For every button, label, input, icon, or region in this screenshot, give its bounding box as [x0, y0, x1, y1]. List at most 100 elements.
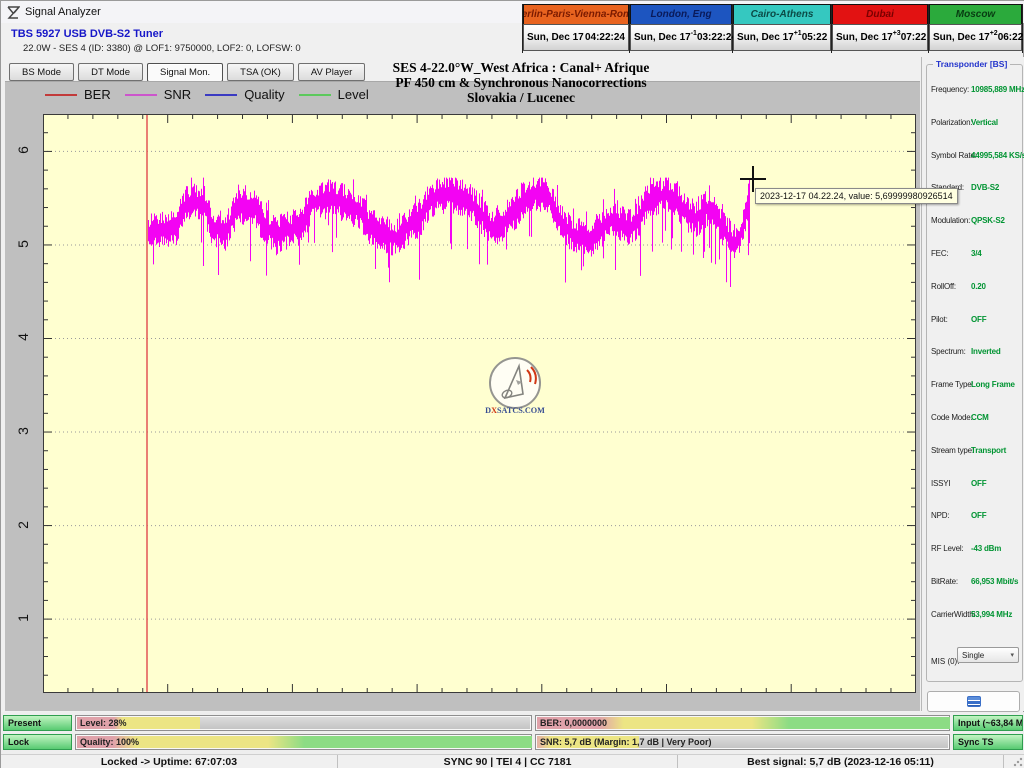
transponder-row-modulation-: Modulation:QPSK-S2 — [927, 216, 1022, 228]
clock-time: 03:22:24 — [697, 32, 737, 43]
mis-row: MIS (0): Single ▾ — [931, 651, 1021, 669]
transponder-value: -43 dBm — [971, 544, 1001, 553]
resize-grip[interactable] — [1013, 757, 1023, 767]
clock-0: Berlin-Paris-Vienna-Roma Sun, Dec 1704:22… — [522, 4, 630, 53]
clock-time: 06:22 — [998, 32, 1024, 43]
clock-city-label: Cairo-Athens — [733, 4, 831, 24]
y-tick-label-3: 3 — [15, 421, 31, 441]
legend-label: Quality — [244, 87, 284, 102]
tuner-info-block: TBS 5927 USB DVB-S2 Tuner 22.0W - SES 4 … — [11, 28, 301, 54]
snapshot-button[interactable] — [927, 691, 1020, 712]
tab-signal-mon-[interactable]: Signal Mon. — [147, 63, 223, 82]
sync-ts-indicator: Sync TS — [953, 734, 1023, 750]
clock-city-label: London, Eng — [630, 4, 732, 24]
window-title: Signal Analyzer — [25, 6, 101, 18]
y-tick-label-2: 2 — [15, 515, 31, 535]
transponder-value: 0.20 — [971, 282, 986, 291]
snr-bar-label: SNR: 5,7 dB (Margin: 1,7 dB | Very Poor) — [540, 737, 712, 747]
clock-city-label: Dubai — [832, 4, 928, 24]
mis-dropdown[interactable]: Single ▾ — [957, 647, 1019, 663]
tuner-name: TBS 5927 USB DVB-S2 Tuner — [11, 28, 301, 40]
clock-time: 04:22:24 — [585, 32, 625, 43]
world-clocks: Berlin-Paris-Vienna-RomaSun, Dec 1704:22… — [522, 4, 1023, 53]
transponder-row-stream-type-: Stream type:Transport — [927, 446, 1022, 458]
clock-time-cell: Sun, Dec 17-103:22:24 — [630, 24, 732, 51]
clock-date: Sun, Dec 17 — [836, 32, 893, 43]
clock-city-label: Moscow — [929, 4, 1022, 24]
transponder-row-frequency-: Frequency:10985,889 MHz — [927, 85, 1022, 97]
transponder-row-carrierwidth-: CarrierWidth:53,994 MHz — [927, 610, 1022, 622]
transponder-groupbox: Transponder [BS] Frequency:10985,889 MHz… — [926, 64, 1023, 682]
transponder-row-rolloff-: RollOff: 0.20 — [927, 282, 1022, 294]
chart-title-line1: SES 4-22.0°W_West Africa : Canal+ Afriqu… — [291, 60, 751, 75]
lock-indicator: Lock — [3, 734, 72, 750]
transponder-value: Long Frame — [971, 380, 1015, 389]
app-icon — [7, 6, 20, 19]
transponder-row-spectrum-: Spectrum: Inverted — [927, 347, 1022, 359]
transponder-value: Vertical — [971, 118, 998, 127]
clock-date: Sun, Dec 17 — [933, 32, 990, 43]
chevron-down-icon: ▾ — [1010, 651, 1014, 659]
signal-status-bars: Present Lock Level: 28% Quality: 100% BE… — [1, 712, 1024, 754]
transponder-row-issyi: ISSYIOFF — [927, 479, 1022, 491]
tab-bs-mode[interactable]: BS Mode — [9, 63, 74, 81]
transponder-value: OFF — [971, 511, 986, 520]
mis-selected-value: Single — [962, 651, 984, 660]
transponder-label: Symbol Rate: — [931, 151, 977, 160]
ber-bar: BER: 0,0000000 — [535, 715, 950, 731]
clock-utc-offset: +3 — [893, 30, 901, 37]
transponder-value: 10985,889 MHz — [971, 85, 1024, 94]
chart-legend: BERSNRQualityLevel — [45, 87, 369, 102]
transponder-label: NPD: — [931, 511, 949, 520]
transponder-value: OFF — [971, 315, 986, 324]
tuner-settings: 22.0W - SES 4 (ID: 3380) @ LOF1: 9750000… — [23, 43, 301, 54]
chart-tooltip: 2023-12-17 04.22.24, value: 5,6999998092… — [755, 188, 958, 204]
status-sync-counters: SYNC 90 | TEI 4 | CC 7181 — [338, 755, 678, 768]
transponder-value: Transport — [971, 446, 1006, 455]
transponder-label: RollOff: — [931, 282, 956, 291]
clock-time-cell: Sun, Dec 17+105:22 — [733, 24, 831, 51]
transponder-row-npd-: NPD: OFF — [927, 511, 1022, 523]
transponder-groupbox-title: Transponder [BS] — [933, 59, 1010, 69]
tab-tsa-ok-[interactable]: TSA (OK) — [227, 63, 294, 81]
legend-line-level — [299, 94, 331, 96]
transponder-row-rf-level-: RF Level:-43 dBm — [927, 544, 1022, 556]
legend-label: SNR — [164, 87, 191, 102]
plot-area[interactable]: DXSATCS.COM 2023-12-17 04.22.24, value: … — [43, 114, 916, 693]
legend-label: Level — [338, 87, 369, 102]
table-list-icon — [967, 696, 981, 707]
snr-bar: SNR: 5,7 dB (Margin: 1,7 dB | Very Poor) — [535, 734, 950, 750]
clock-time-cell: Sun, Dec 17+206:22 — [929, 24, 1022, 51]
clock-time: 05:22 — [802, 32, 828, 43]
clock-utc-offset: -1 — [691, 30, 697, 37]
clock-utc-offset: +1 — [794, 30, 802, 37]
legend-line-quality — [205, 94, 237, 96]
transponder-label: Code Mode: — [931, 413, 973, 422]
y-tick-label-4: 4 — [15, 327, 31, 347]
transponder-label: Spectrum: — [931, 347, 966, 356]
clock-utc-offset: +2 — [990, 30, 998, 37]
clock-city-label: Berlin-Paris-Vienna-Roma — [523, 4, 629, 24]
level-bar: Level: 28% — [75, 715, 532, 731]
legend-line-snr — [125, 94, 157, 96]
clock-date: Sun, Dec 17 — [737, 32, 794, 43]
y-tick-label-5: 5 — [15, 234, 31, 254]
clock-3: DubaiSun, Dec 17+307:22 — [832, 4, 929, 53]
clock-time-cell: Sun, Dec 17+307:22 — [832, 24, 928, 51]
transponder-value: 53,994 MHz — [971, 610, 1012, 619]
transponder-row-code-mode-: Code Mode:CCM — [927, 413, 1022, 425]
transponder-label: BitRate: — [931, 577, 958, 586]
present-indicator: Present — [3, 715, 72, 731]
transponder-row-frame-type-: Frame Type:Long Frame — [927, 380, 1022, 392]
transponder-value: Inverted — [971, 347, 1001, 356]
clock-date: Sun, Dec 17 — [527, 32, 584, 43]
transponder-row-fec-: FEC:3/4 — [927, 249, 1022, 261]
clock-2: Cairo-AthensSun, Dec 17+105:22 — [733, 4, 832, 53]
svg-text:DXSATCS.COM: DXSATCS.COM — [485, 406, 545, 415]
transponder-value: 3/4 — [971, 249, 982, 258]
tab-dt-mode[interactable]: DT Mode — [78, 63, 143, 81]
transponder-row-bitrate-: BitRate:66,953 Mbit/s — [927, 577, 1022, 589]
clock-1: London, EngSun, Dec 17-103:22:24 — [630, 4, 733, 53]
input-rate-indicator: Input (~63,84 Mbps) — [953, 715, 1023, 731]
ber-bar-label: BER: 0,0000000 — [540, 718, 607, 728]
